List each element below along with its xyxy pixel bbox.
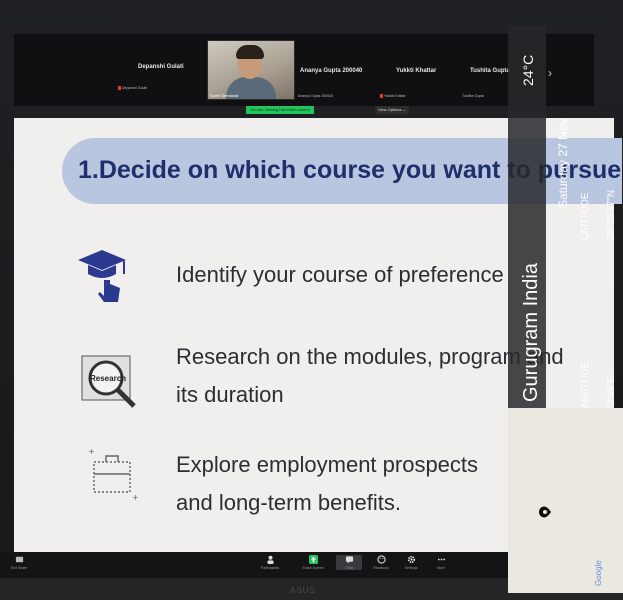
briefcase-icon: + + — [88, 447, 139, 502]
graduation-cap-pointer-icon — [78, 250, 126, 302]
research-icon-label: Research — [90, 374, 127, 383]
share-screen-button[interactable]: Share Screen — [300, 555, 326, 570]
view-options-button[interactable]: View Options ⌄ — [375, 106, 409, 114]
toolbar-label-participants: Participants — [260, 566, 280, 570]
gear-icon — [407, 555, 415, 564]
gps-temperature: 24°C — [520, 54, 536, 86]
map-thumbnail — [508, 408, 623, 593]
participants-button[interactable]: Participants — [257, 555, 283, 570]
participant-name-1[interactable]: Depanshi Gulati — [138, 64, 184, 70]
chat-button[interactable]: Chat — [336, 555, 362, 570]
gps-latitude-value: 28°25'47"N — [606, 189, 617, 240]
bullet-2-line-1: Research on the modules, program and — [176, 344, 564, 369]
end-share-button[interactable]: End Share — [6, 555, 32, 570]
gps-latitude-label: LATITUDE — [580, 192, 591, 240]
participant-video[interactable]: Sumit Sehrawat — [207, 40, 295, 100]
participant-subtitle-text-1: Depanshi Gulati — [122, 86, 147, 90]
reactions-icon — [376, 555, 386, 564]
toolbar-label-more: More — [437, 566, 445, 570]
participant-subtitle-1: Depanshi Gulati — [118, 86, 147, 91]
more-dots-icon — [437, 558, 445, 561]
bullet-2-line-2: its duration — [176, 382, 284, 407]
participant-name-3[interactable]: Yukkti Khattar — [396, 68, 436, 74]
share-screen-icon — [308, 555, 318, 564]
bullet-3-line-1: Explore employment prospects — [176, 452, 479, 477]
chat-icon — [345, 556, 353, 564]
participants-icon — [266, 555, 274, 564]
participant-name-2[interactable]: Ananya Gupta 200040 — [300, 68, 362, 74]
more-button[interactable]: More — [428, 555, 454, 570]
participant-subtitle-3: Yukkti Khattar — [380, 94, 406, 99]
gps-location: Gurugram India — [520, 263, 542, 402]
person-hair — [236, 45, 264, 59]
toolbar-label-settings: Settings — [404, 566, 418, 570]
toolbar-label-share-screen: Share Screen — [302, 566, 324, 570]
participant-subtitle-4: Tushita Gupta — [462, 94, 484, 98]
participant-subtitle-text-3: Yukkti Khattar — [384, 94, 406, 98]
bullet-1-line-1: Identify your course of preference — [176, 262, 504, 287]
mic-muted-icon — [118, 86, 121, 91]
settings-button[interactable]: Settings — [398, 555, 424, 570]
toolbar-label-chat: Chat — [345, 566, 353, 570]
reactions-button[interactable]: Reactions — [368, 555, 394, 570]
svg-text:+: + — [88, 447, 95, 456]
video-name-label: Sumit Sehrawat — [210, 93, 239, 98]
mic-muted-icon — [380, 94, 383, 99]
monitor-brand-label: ASUS — [290, 586, 316, 595]
map-brand: Google — [594, 560, 603, 586]
svg-text:+: + — [132, 493, 139, 502]
map-pin-icon — [539, 506, 551, 518]
gallery-next-arrow-icon[interactable]: › — [548, 66, 552, 80]
participant-subtitle-2: Ananya Gupta 200040 — [298, 94, 334, 98]
viewing-screen-banner: You are viewing Harshita's screen — [246, 106, 314, 114]
toolbar-label-end-share: End Share — [10, 566, 28, 570]
toolbar-label-reactions: Reactions — [373, 566, 389, 570]
end-share-icon — [15, 556, 23, 563]
gps-date: Saturday 27 Nov — [556, 118, 570, 208]
participant-name-4[interactable]: Tushita Gupta — [470, 68, 510, 74]
bullet-3-line-2: and long-term benefits. — [176, 490, 402, 515]
